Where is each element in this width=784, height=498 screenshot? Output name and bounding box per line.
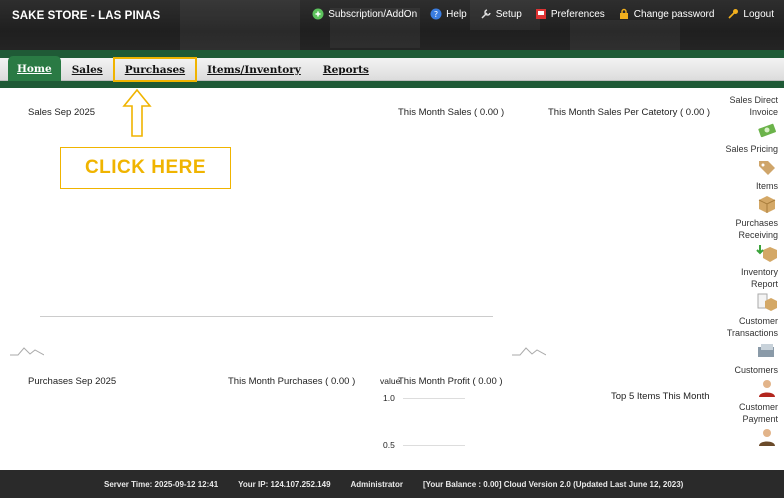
- month-purchases-total: This Month Purchases ( 0.00 ): [228, 376, 356, 387]
- sidebar-label: Purchases Receiving: [735, 218, 778, 240]
- profit-tick-1: 1.0: [383, 393, 395, 403]
- sidebar-items[interactable]: Items: [714, 180, 778, 214]
- version-info: [Your Balance : 0.00] Cloud Version 2.0 …: [422, 479, 684, 489]
- key-icon: [728, 9, 739, 19]
- menu-home[interactable]: Home: [8, 56, 61, 81]
- server-time: Server Time: 2025-09-12 12:41: [104, 479, 219, 489]
- logout-link[interactable]: Logout: [727, 8, 774, 20]
- quick-links-sidebar: Sales Direct Invoice Sales Pricing Items…: [714, 94, 778, 450]
- main-menu: Home Sales Purchases Items/Inventory Rep…: [8, 56, 380, 82]
- month-sales-total: This Month Sales ( 0.00 ): [398, 107, 505, 118]
- top-nav: Subscription/AddOn ? Help Setup Preferen…: [312, 8, 774, 20]
- preferences-icon: [535, 9, 546, 19]
- sidebar-label: Sales Pricing: [725, 144, 778, 154]
- pricing-icon: [759, 161, 775, 175]
- sidebar-customer-payment[interactable]: Customer Payment: [714, 401, 778, 447]
- sales-chart-baseline: [40, 316, 493, 317]
- receiving-icon: [756, 245, 777, 262]
- subscription-label: Subscription/AddOn: [328, 8, 418, 20]
- menu-items-inventory[interactable]: Items/Inventory: [196, 58, 312, 81]
- category-chart-placeholder-icon: [512, 347, 546, 356]
- month-sales-per-category: This Month Sales Per Catetory ( 0.00 ): [548, 107, 711, 118]
- subscription-icon: [312, 8, 324, 20]
- inventory-report-icon: [757, 293, 777, 311]
- purchases-month-title: Purchases Sep 2025: [28, 376, 117, 387]
- menu-sales[interactable]: Sales: [61, 58, 114, 81]
- sidebar-label: Items: [755, 181, 778, 191]
- sidebar-label: Customers: [734, 365, 778, 375]
- sidebar-label: Sales Direct Invoice: [729, 95, 778, 117]
- change-password-label: Change password: [633, 8, 715, 20]
- sidebar-purchases-receiving[interactable]: Purchases Receiving: [714, 217, 778, 263]
- month-profit-total: This Month Profit ( 0.00 ): [398, 376, 503, 387]
- help-label: Help: [446, 8, 467, 20]
- status-footer: Server Time: 2025-09-12 12:41 Your IP: 1…: [0, 470, 784, 498]
- svg-text:?: ?: [434, 10, 438, 19]
- logout-label: Logout: [743, 8, 774, 20]
- page: SAKE STORE - LAS PINAS Subscription/AddO…: [0, 0, 784, 498]
- items-box-icon: [758, 196, 776, 213]
- customer-transactions-icon: [758, 344, 774, 357]
- sidebar-customers[interactable]: Customers: [714, 364, 778, 398]
- app-header: SAKE STORE - LAS PINAS Subscription/AddO…: [0, 0, 784, 57]
- user-ip: Your IP: 124.107.252.149: [238, 479, 331, 489]
- sidebar-sales-pricing[interactable]: Sales Pricing: [714, 143, 778, 177]
- cash-icon: [758, 123, 776, 138]
- sales-month-title: Sales Sep 2025: [28, 107, 96, 118]
- sidebar-label: Inventory Report: [740, 267, 778, 289]
- profit-gridline-1: [403, 398, 465, 399]
- current-user: Administrator: [350, 479, 403, 489]
- wrench-icon: [481, 9, 491, 19]
- sidebar-inventory-report[interactable]: Inventory Report: [714, 266, 778, 312]
- sidebar-label: Customer Payment: [738, 402, 778, 424]
- subscription-link[interactable]: Subscription/AddOn: [312, 8, 417, 20]
- click-here-callout: CLICK HERE: [60, 147, 231, 189]
- profit-gridline-2: [403, 445, 465, 446]
- sidebar-customer-transactions[interactable]: Customer Transactions: [714, 315, 778, 361]
- customers-icon: [759, 380, 775, 397]
- help-icon: ?: [430, 8, 442, 20]
- setup-link[interactable]: Setup: [480, 8, 522, 20]
- menu-reports[interactable]: Reports: [312, 58, 380, 81]
- sidebar-sales-direct-invoice[interactable]: Sales Direct Invoice: [714, 94, 778, 140]
- help-link[interactable]: ? Help: [430, 8, 467, 20]
- callout-up-arrow: [122, 88, 152, 137]
- preferences-link[interactable]: Preferences: [535, 8, 605, 20]
- preferences-label: Preferences: [550, 8, 605, 20]
- customer-payment-icon: [759, 429, 775, 446]
- setup-label: Setup: [495, 8, 522, 20]
- sidebar-label: Customer Transactions: [726, 316, 778, 338]
- top5-items-title: Top 5 Items This Month: [611, 391, 710, 402]
- store-title: SAKE STORE - LAS PINAS: [12, 10, 161, 22]
- profit-tick-2: 0.5: [383, 440, 395, 450]
- change-password-link[interactable]: Change password: [618, 8, 715, 20]
- chart-placeholder-icon: [10, 347, 44, 356]
- menu-purchases[interactable]: Purchases: [112, 57, 198, 82]
- lock-icon: [619, 8, 628, 19]
